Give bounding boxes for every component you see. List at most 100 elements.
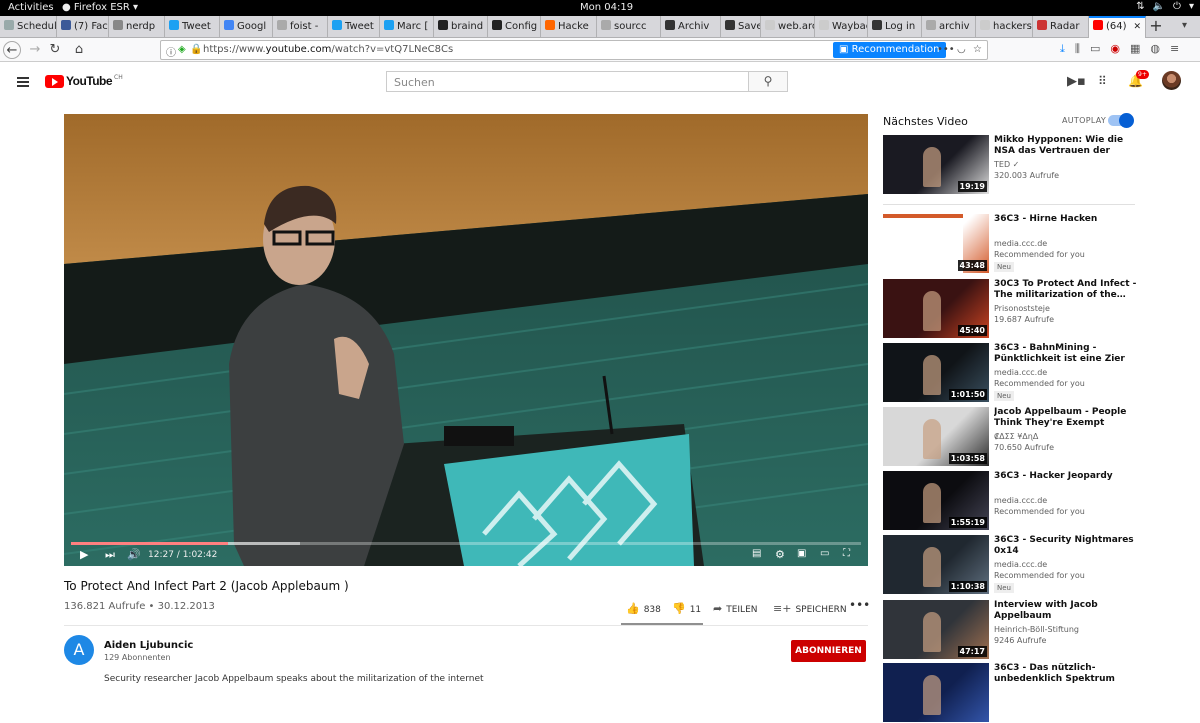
page-actions-icon[interactable]: ••• bbox=[937, 44, 955, 55]
tab[interactable]: Schedule bbox=[0, 16, 57, 38]
menu-icon[interactable]: ≡ bbox=[1170, 42, 1179, 56]
autoplay-toggle[interactable] bbox=[1108, 113, 1134, 128]
tab[interactable]: Archiv bbox=[661, 16, 721, 38]
more-actions-icon[interactable]: ••• bbox=[849, 598, 870, 612]
video-card-title[interactable]: 36C3 - Hacker Jeopardy bbox=[994, 471, 1138, 482]
theater-mode-icon[interactable]: ▭ bbox=[820, 548, 829, 559]
sidebar-icon[interactable]: ▭ bbox=[1090, 42, 1100, 56]
tab[interactable]: Hacke bbox=[541, 16, 597, 38]
video-card-channel[interactable]: media.ccc.de bbox=[994, 239, 1047, 248]
video-card-title[interactable]: 36C3 - BahnMining - Pünktlichkeit ist ei… bbox=[994, 343, 1138, 365]
volume-icon[interactable]: 🔊 bbox=[127, 548, 141, 561]
fullscreen-icon[interactable]: ⛶ bbox=[843, 548, 850, 559]
tab[interactable]: braind bbox=[434, 16, 488, 38]
subscribe-button[interactable]: ABONNIEREN bbox=[791, 640, 866, 662]
up-next-video-card[interactable]: 45:40 30C3 To Protect And Infect - The mi… bbox=[883, 279, 1143, 339]
extension-icon[interactable]: ◉ bbox=[1110, 42, 1120, 56]
tab[interactable]: Config bbox=[488, 16, 541, 38]
home-button[interactable]: ⌂ bbox=[70, 41, 88, 59]
up-next-video-card[interactable]: 1:10:38 36C3 - Security Nightmares 0x14 me… bbox=[883, 535, 1143, 595]
video-thumbnail[interactable]: 1:03:58 bbox=[883, 407, 989, 466]
tab[interactable]: nerdp bbox=[109, 16, 165, 38]
tab[interactable]: Radar bbox=[1033, 16, 1089, 38]
forward-button[interactable]: → bbox=[26, 41, 44, 59]
up-next-video-card[interactable]: 1:03:58 Jacob Appelbaum - People Think Th… bbox=[883, 407, 1143, 467]
video-thumbnail[interactable]: 47:17 bbox=[883, 600, 989, 659]
firefox-app-menu[interactable]: ● Firefox ESR ▾ bbox=[62, 2, 138, 13]
video-card-channel[interactable]: TED ✓ bbox=[994, 160, 1019, 169]
play-icon[interactable]: ▶ bbox=[80, 548, 88, 561]
screenshot-icon[interactable]: ▦ bbox=[1130, 42, 1140, 56]
tracking-shield-icon[interactable]: ◈ bbox=[178, 44, 186, 55]
up-next-video-card[interactable]: 43:48 36C3 - Hirne Hacken media.ccc.de Reco… bbox=[883, 214, 1143, 274]
next-icon[interactable]: ⏭ bbox=[105, 548, 115, 562]
youtube-logo[interactable]: YouTube CH bbox=[45, 74, 123, 88]
download-icon[interactable]: ⤓ bbox=[1060, 42, 1065, 56]
tab[interactable]: Tweet bbox=[165, 16, 220, 38]
account-icon[interactable]: ◍ bbox=[1150, 42, 1160, 56]
dislike-button[interactable]: 👎 11 bbox=[672, 602, 701, 615]
search-button[interactable]: ⚲ bbox=[748, 71, 788, 92]
url-bar[interactable]: ⓘ ◈ 🔒 https://www.youtube.com/watch?v=vt… bbox=[160, 40, 988, 60]
video-thumbnail[interactable]: 43:48 bbox=[883, 214, 989, 273]
video-card-title[interactable]: 36C3 - Hirne Hacken bbox=[994, 214, 1138, 225]
tab[interactable]: Marc [ bbox=[380, 16, 434, 38]
subtitles-icon[interactable]: ▤ bbox=[752, 548, 761, 559]
apps-grid-icon[interactable]: ⠿ bbox=[1098, 74, 1107, 88]
video-card-channel[interactable]: ₡ΔΣΣ ¥ΔɳΔ bbox=[994, 432, 1038, 441]
up-next-video-card[interactable]: 47:17 Interview with Jacob Appelbaum Heinr… bbox=[883, 600, 1143, 660]
bookmark-star-icon[interactable]: ☆ bbox=[973, 44, 982, 55]
tab[interactable]: hackersc bbox=[976, 16, 1033, 38]
channel-name[interactable]: Aiden Ljubuncic bbox=[104, 640, 193, 651]
video-card-title[interactable]: 30C3 To Protect And Infect - The militar… bbox=[994, 279, 1138, 301]
video-thumbnail[interactable]: 19:19 bbox=[883, 135, 989, 194]
video-card-title[interactable]: Jacob Appelbaum - People Think They're E… bbox=[994, 407, 1138, 429]
seek-bar[interactable] bbox=[71, 542, 861, 545]
video-card-channel[interactable]: media.ccc.de bbox=[994, 560, 1047, 569]
up-next-video-card[interactable]: 19:19 Mikko Hypponen: Wie die NSA das Ver… bbox=[883, 135, 1143, 195]
search-input[interactable]: Suchen bbox=[386, 71, 749, 92]
tab[interactable]: sourcc bbox=[597, 16, 661, 38]
tab-list-chevron-icon[interactable]: ▾ bbox=[1182, 20, 1187, 31]
close-tab-icon[interactable]: ✕ bbox=[1133, 18, 1141, 36]
pocket-icon[interactable]: ◡ bbox=[957, 44, 966, 55]
miniplayer-icon[interactable]: ▣ bbox=[797, 548, 806, 559]
account-avatar[interactable] bbox=[1162, 71, 1181, 90]
system-tray[interactable]: ⇅ 🔈 ⏻ ▾ bbox=[1136, 1, 1194, 12]
activities-button[interactable]: Activities bbox=[8, 2, 54, 13]
video-thumbnail[interactable] bbox=[883, 663, 989, 722]
new-tab-button[interactable]: + bbox=[1146, 16, 1166, 38]
like-button[interactable]: 👍 838 bbox=[626, 602, 661, 615]
video-player[interactable]: ▶ ⏭ 🔊 12:27 / 1:02:42 ▤ ⚙ ▣ ▭ ⛶ bbox=[64, 114, 868, 566]
info-icon[interactable]: ⓘ bbox=[166, 44, 176, 59]
video-card-title[interactable]: Interview with Jacob Appelbaum bbox=[994, 600, 1138, 622]
save-button[interactable]: ≡+ SPEICHERN bbox=[773, 602, 847, 615]
video-card-title[interactable]: 36C3 - Das nützlich-unbedenklich Spektru… bbox=[994, 663, 1138, 685]
channel-avatar[interactable]: A bbox=[64, 635, 94, 665]
video-card-channel[interactable]: Heinrich-Böll-Stiftung bbox=[994, 625, 1079, 634]
recommendation-button[interactable]: ▣ Recommendation bbox=[833, 42, 946, 58]
video-thumbnail[interactable]: 1:01:50 bbox=[883, 343, 989, 402]
clock[interactable]: Mon 04:19 bbox=[580, 2, 633, 13]
video-thumbnail[interactable]: 1:10:38 bbox=[883, 535, 989, 594]
tab[interactable]: Log in bbox=[868, 16, 922, 38]
share-button[interactable]: ➦ TEILEN bbox=[713, 602, 758, 615]
up-next-video-card[interactable]: 1:55:19 36C3 - Hacker Jeopardy media.ccc.d… bbox=[883, 471, 1143, 531]
tab[interactable]: (64) ✕ bbox=[1089, 16, 1146, 38]
tab[interactable]: web.arch bbox=[761, 16, 815, 38]
reload-button[interactable]: ↻ bbox=[46, 41, 64, 59]
video-card-channel[interactable]: Prisonoststeje bbox=[994, 304, 1050, 313]
tab[interactable]: foist - bbox=[273, 16, 328, 38]
back-button[interactable]: ← bbox=[3, 41, 21, 59]
video-thumbnail[interactable]: 45:40 bbox=[883, 279, 989, 338]
guide-menu-icon[interactable] bbox=[17, 77, 29, 87]
up-next-video-card[interactable]: 1:01:50 36C3 - BahnMining - Pünktlichkeit… bbox=[883, 343, 1143, 403]
tab[interactable]: Save P bbox=[721, 16, 761, 38]
tab[interactable]: Googl bbox=[220, 16, 273, 38]
tab[interactable]: archiv bbox=[922, 16, 976, 38]
create-video-icon[interactable]: ▶▪ bbox=[1067, 74, 1086, 89]
library-icon[interactable]: ⫼ bbox=[1075, 42, 1080, 56]
video-card-title[interactable]: 36C3 - Security Nightmares 0x14 bbox=[994, 535, 1138, 557]
up-next-video-card[interactable]: 36C3 - Das nützlich-unbedenklich Spektru… bbox=[883, 663, 1143, 723]
tab[interactable]: Wayback bbox=[815, 16, 868, 38]
